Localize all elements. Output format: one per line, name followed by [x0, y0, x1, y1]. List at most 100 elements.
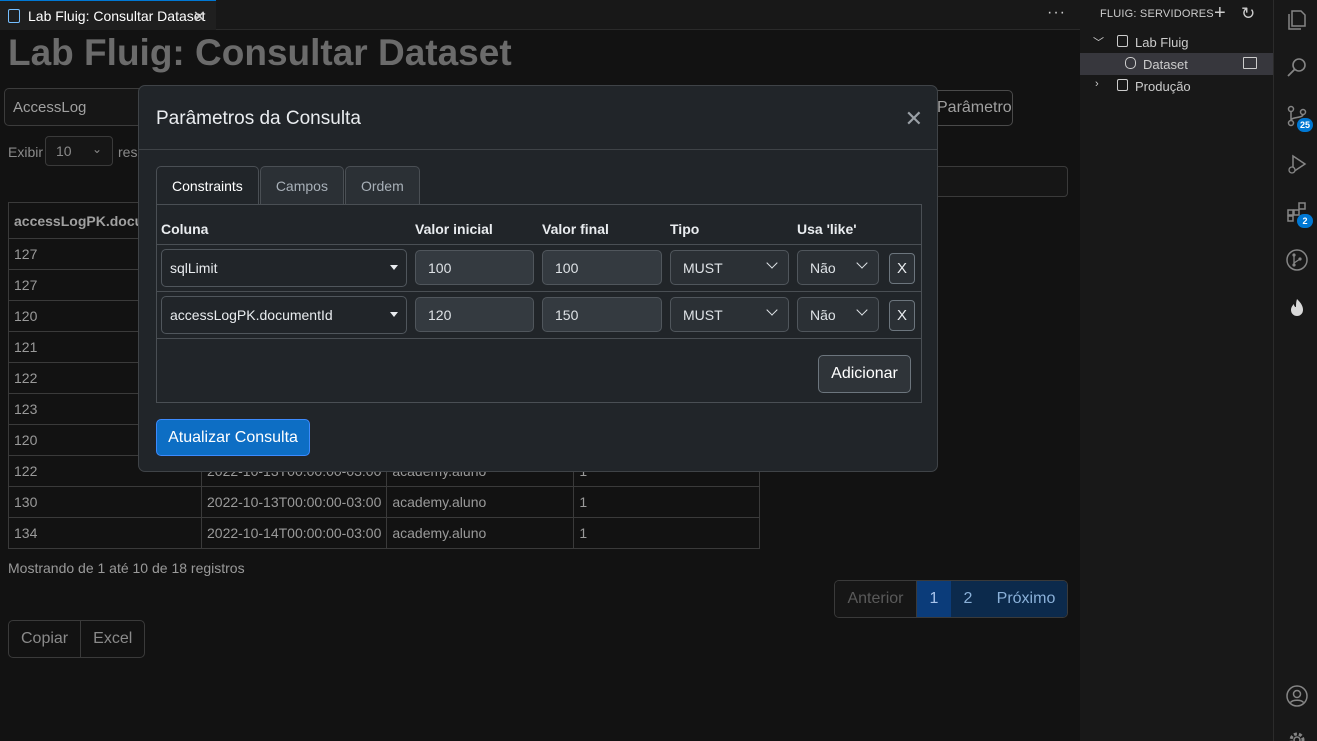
source-control-badge: 25	[1297, 118, 1313, 132]
remove-constraint-button[interactable]: X	[889, 300, 915, 331]
pagination-next[interactable]: Próximo	[985, 581, 1067, 617]
pagination-previous[interactable]: Anterior	[835, 581, 917, 617]
server-icon	[1117, 35, 1128, 47]
constraint-initial-input[interactable]: 100	[415, 250, 534, 285]
database-icon	[1125, 57, 1136, 69]
query-parameters-modal: Parâmetros da Consulta ✕ Constraints Cam…	[138, 85, 938, 472]
tab-constraints[interactable]: Constraints	[156, 166, 259, 205]
page-length-label: Exibir	[8, 144, 44, 160]
constraint-initial-input[interactable]: 120	[415, 297, 534, 332]
tree-item-dataset[interactable]: Dataset	[1080, 53, 1273, 75]
page-title: Lab Fluig: Consultar Dataset	[8, 32, 512, 73]
constraint-column-value: accessLogPK.documentId	[170, 307, 333, 323]
constraint-like-value: Não	[810, 307, 836, 323]
pagination-page-2[interactable]: 2	[951, 581, 985, 617]
table-cell: academy.aluno	[386, 486, 575, 518]
table-cell: 1	[573, 517, 761, 549]
search-input[interactable]	[920, 166, 1068, 197]
editor-tab-title: Lab Fluig: Consultar Dataset	[28, 7, 206, 24]
table-info: Mostrando de 1 até 10 de 18 registros	[8, 560, 245, 576]
divider	[139, 149, 937, 150]
caret-down-icon	[390, 312, 398, 317]
chevron-down-icon: ﹀	[1093, 37, 1104, 49]
modal-tabs: Constraints Campos Ordem	[156, 166, 421, 205]
constraint-like-select[interactable]: Não	[797, 297, 879, 332]
open-dataset-icon[interactable]	[1243, 57, 1257, 69]
tree-item-lab-fluig[interactable]: ﹀ Lab Fluig	[1080, 31, 1273, 53]
chevron-down-icon	[766, 257, 778, 269]
header-usa-like: Usa 'like'	[797, 221, 857, 237]
tab-campos[interactable]: Campos	[259, 166, 344, 205]
remove-constraint-button[interactable]: X	[889, 253, 915, 284]
extensions-badge: 2	[1297, 214, 1313, 228]
chevron-down-icon: ⌄	[91, 142, 102, 156]
constraint-type-value: MUST	[683, 307, 723, 323]
constraint-column-select[interactable]: accessLogPK.documentId	[161, 296, 407, 334]
add-constraint-button[interactable]: Adicionar	[818, 355, 911, 393]
chevron-down-icon	[856, 304, 868, 316]
table-cell: academy.aluno	[386, 517, 575, 549]
page-length-select[interactable]: 10 ⌄	[45, 136, 113, 166]
window: Lab Fluig: Consultar Dataset ✕ ··· Lab F…	[0, 0, 1317, 741]
sidebar-title: FLUIG: SERVIDORES	[1100, 8, 1214, 20]
tree-item-producao[interactable]: › Produção	[1080, 75, 1273, 97]
copy-button[interactable]: Copiar	[9, 621, 80, 657]
constraint-final-input[interactable]: 100	[542, 250, 662, 285]
tree-item-label: Dataset	[1143, 57, 1188, 72]
constraint-column-select[interactable]: sqlLimit	[161, 249, 407, 287]
divider	[157, 244, 921, 245]
webview-page: Lab Fluig: Consultar Dataset AccessLog P…	[0, 30, 1080, 741]
caret-down-icon	[390, 265, 398, 270]
constraint-column-value: sqlLimit	[170, 260, 218, 276]
modal-title: Parâmetros da Consulta	[156, 108, 361, 129]
run-debug-icon[interactable]	[1285, 152, 1309, 176]
search-icon[interactable]	[1285, 56, 1309, 80]
page-length-value: 10	[56, 143, 72, 159]
tree-item-label: Produção	[1135, 79, 1191, 94]
records-label: res	[118, 144, 138, 160]
table-cell: 2022-10-13T00:00:00-03:00	[200, 486, 388, 518]
settings-gear-icon[interactable]	[1285, 728, 1309, 741]
tree-item-label: Lab Fluig	[1135, 35, 1189, 50]
excel-button[interactable]: Excel	[80, 621, 144, 657]
activity-bar: 25 2	[1273, 0, 1317, 741]
constraints-panel: Coluna Valor inicial Valor final Tipo Us…	[156, 204, 922, 403]
pagination: Anterior 1 2 Próximo	[834, 580, 1068, 618]
header-coluna: Coluna	[161, 221, 209, 237]
account-icon[interactable]	[1285, 684, 1309, 708]
servers-sidebar: FLUIG: SERVIDORES + ↻ ﹀ Lab Fluig Datase…	[1080, 0, 1273, 741]
table-cell: 1	[573, 486, 761, 518]
export-buttons: Copiar Excel	[8, 620, 146, 658]
refresh-icon[interactable]: ↻	[1241, 4, 1255, 24]
close-icon[interactable]: ✕	[193, 7, 206, 27]
chevron-right-icon: ›	[1095, 78, 1099, 90]
table-cell: 130	[8, 486, 202, 518]
editor-tab[interactable]: Lab Fluig: Consultar Dataset ✕	[0, 0, 216, 30]
divider	[157, 291, 921, 292]
table-row: 130 2022-10-13T00:00:00-03:00 academy.alun…	[8, 486, 761, 518]
explorer-icon[interactable]	[1285, 8, 1309, 32]
constraint-type-select[interactable]: MUST	[670, 250, 789, 285]
pagination-page-1[interactable]: 1	[917, 581, 951, 617]
close-icon[interactable]: ✕	[905, 106, 923, 132]
more-actions-icon[interactable]: ···	[1047, 4, 1066, 22]
server-icon	[1117, 79, 1128, 91]
tab-ordem[interactable]: Ordem	[344, 166, 420, 205]
constraint-like-select[interactable]: Não	[797, 250, 879, 285]
header-valor-inicial: Valor inicial	[415, 221, 493, 237]
table-row: 134 2022-10-14T00:00:00-03:00 academy.alun…	[8, 517, 761, 549]
table-cell: 134	[8, 517, 202, 549]
chevron-down-icon	[766, 304, 778, 316]
constraint-type-value: MUST	[683, 260, 723, 276]
fluig-icon[interactable]	[1285, 296, 1309, 320]
divider	[157, 338, 921, 339]
file-icon	[8, 8, 20, 23]
constraint-final-input[interactable]: 150	[542, 297, 662, 332]
add-server-icon[interactable]: +	[1214, 2, 1226, 25]
editor-tab-bar: Lab Fluig: Consultar Dataset ✕ ···	[0, 0, 1080, 30]
update-query-button[interactable]: Atualizar Consulta	[156, 419, 310, 456]
git-graph-icon[interactable]	[1285, 248, 1309, 272]
constraint-type-select[interactable]: MUST	[670, 297, 789, 332]
table-cell: 2022-10-14T00:00:00-03:00	[200, 517, 388, 549]
header-tipo: Tipo	[670, 221, 700, 237]
